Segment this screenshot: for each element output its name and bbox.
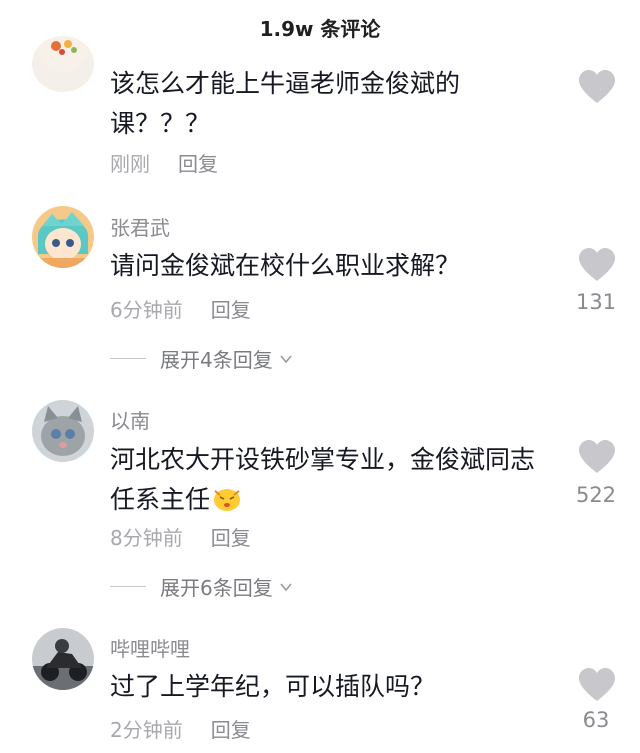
comment-text: 过了上学年纪，可以插队吗？ [110,672,436,701]
chevron-down-icon [280,582,292,591]
reply-button[interactable]: 回复 [211,526,251,550]
comment-time: 6分钟前 [110,298,183,322]
like-button[interactable] [578,248,616,282]
avatar[interactable] [32,400,94,462]
comment-text: 河北农大开设铁砂掌专业，金俊斌同志任系主任 [110,440,550,520]
comment-meta: 8分钟前 回复 [110,522,251,551]
divider-line [110,586,146,587]
divider-line [110,358,146,359]
avatar-image [32,36,94,92]
comment-time: 8分钟前 [110,526,183,550]
heart-icon [579,70,615,103]
like-button[interactable] [578,668,616,702]
heart-icon [579,248,615,281]
expand-replies-button[interactable]: 展开4条回复 [110,344,293,373]
expand-replies-label: 展开4条回复 [160,348,273,372]
chevron-down-icon [280,354,292,363]
comments-header: 1.9w 条评论 [0,0,640,58]
comment-time: 2分钟前 [110,718,183,742]
avatar-image [32,206,94,268]
comment-meta: 刚刚 回复 [110,148,218,177]
comment-count-title: 1.9w 条评论 [259,17,381,41]
like-button[interactable] [578,70,616,104]
avatar[interactable] [32,206,94,268]
face-emoji-icon [214,489,241,511]
comment-text-body: 河北农大开设铁砂掌专业，金俊斌同志任系主任 [110,445,536,514]
avatar-image [32,628,94,690]
comment-time: 刚刚 [110,152,150,176]
avatar-image [32,400,94,462]
comment-meta: 2分钟前 回复 [110,714,251,743]
reply-button[interactable]: 回复 [211,298,251,322]
heart-icon [579,440,615,473]
reply-button[interactable]: 回复 [211,718,251,742]
reply-button[interactable]: 回复 [178,152,218,176]
comment-username[interactable]: 以南 [110,405,150,434]
comment-text: 该怎么才能上牛逼老师金俊斌的课？？？ [110,69,461,138]
avatar[interactable] [32,36,94,92]
comment-text: 请问金俊斌在校什么职业求解？ [110,251,461,280]
heart-icon [579,668,615,701]
like-count: 522 [575,483,617,507]
like-count: 131 [575,290,617,314]
comment-meta: 6分钟前 回复 [110,294,251,323]
expand-replies-label: 展开6条回复 [160,576,273,600]
comment-username[interactable]: 哔哩哔哩 [110,633,190,662]
avatar[interactable] [32,628,94,690]
comment-username[interactable]: 张君武 [110,212,170,241]
like-count: 63 [582,708,610,732]
expand-replies-button[interactable]: 展开6条回复 [110,572,293,601]
like-button[interactable] [578,440,616,474]
